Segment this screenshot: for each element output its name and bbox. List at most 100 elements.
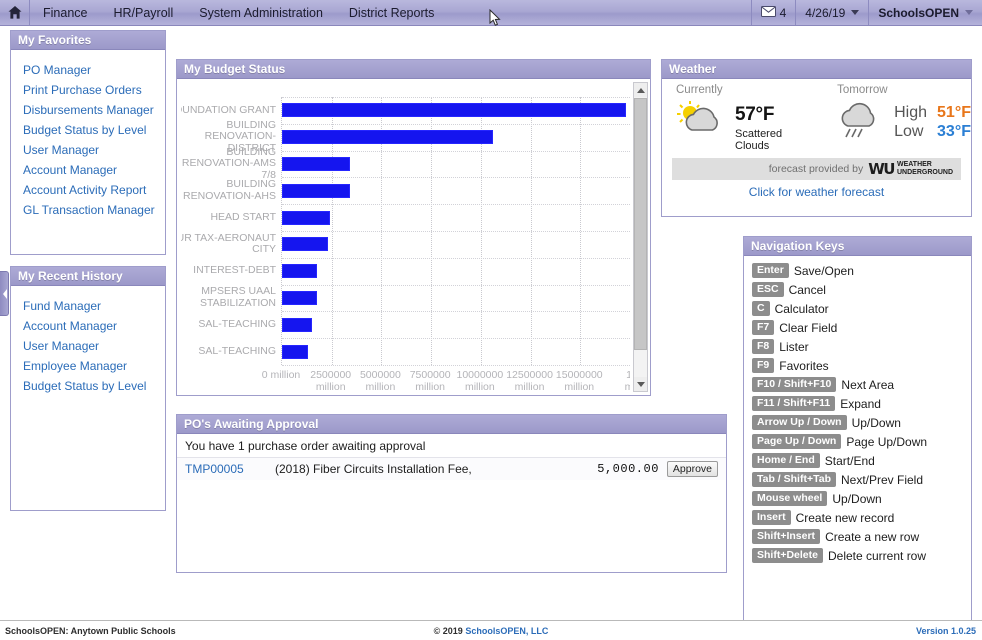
chart-category-label: SAL-TEACHING (198, 318, 276, 331)
chart-category-label: FOUNDATION GRANT (181, 103, 276, 116)
weather-low-value: 33°F (937, 123, 971, 140)
footer-bar: SchoolsOPEN: Anytown Public Schools © 20… (0, 620, 982, 640)
po-amount: 5,000.00 (597, 462, 659, 476)
history-link-budget-status-by-level[interactable]: Budget Status by Level (23, 379, 146, 393)
navigation-key-row: F8 Lister (744, 337, 971, 356)
chart-bar (282, 130, 493, 145)
po-id-link[interactable]: TMP00005 (185, 462, 271, 476)
chart-scrollbar[interactable] (633, 82, 648, 392)
sidebar-collapse-handle[interactable] (0, 271, 9, 316)
chart-bar-row: MPSERS UAAL STABILIZATION (200, 285, 630, 312)
favorite-link-po-manager[interactable]: PO Manager (23, 63, 91, 77)
key-badge: F11 / Shift+F11 (752, 396, 836, 411)
chart-bar (282, 237, 328, 252)
chart-x-tick-label: 1 m (624, 369, 630, 391)
weather-underground-logo-icon: WU WEATHER UNDERGROUND (868, 160, 953, 178)
chart-bar (282, 264, 317, 279)
key-badge: Enter (752, 263, 789, 278)
chart-bar-row: SAL-TEACHING (198, 311, 630, 338)
sun-behind-cloud-icon (676, 100, 728, 141)
home-icon (8, 6, 22, 19)
key-badge: Tab / Shift+Tab (752, 472, 836, 487)
history-link-fund-manager[interactable]: Fund Manager (23, 299, 101, 313)
footer-left-text: SchoolsOPEN: Anytown Public Schools (5, 625, 176, 636)
date-selector[interactable]: 4/26/19 (795, 0, 868, 25)
scroll-up-icon[interactable] (634, 83, 647, 97)
key-badge: Page Up / Down (752, 434, 842, 449)
favorite-link-budget-status-by-level[interactable]: Budget Status by Level (23, 123, 146, 137)
po-description: (2018) Fiber Circuits Installation Fee, (275, 462, 472, 476)
favorite-link-disbursements-manager[interactable]: Disbursements Manager (23, 103, 154, 117)
scrollbar-thumb[interactable] (634, 98, 647, 350)
chevron-down-icon (965, 10, 973, 15)
footer-copyright: © 2019 SchoolsOPEN, LLC (434, 626, 549, 636)
list-item: User Manager (11, 140, 165, 160)
navigation-key-row: F11 / Shift+F11 Expand (744, 394, 971, 413)
chart-bar (282, 103, 627, 118)
favorite-link-print-purchase-orders[interactable]: Print Purchase Orders (23, 83, 142, 97)
chart-bar (282, 290, 317, 305)
chart-category-label: BUILDING RENOVATION-AMS 7/8 (181, 145, 276, 181)
chart-category-label: MPSERS UAAL STABILIZATION (199, 285, 276, 309)
approve-button[interactable]: Approve (666, 461, 718, 477)
navigation-key-row: ESC Cancel (744, 280, 971, 299)
key-badge: Insert (752, 510, 791, 525)
key-badge: Shift+Delete (752, 548, 823, 563)
key-badge: Home / End (752, 453, 820, 468)
key-badge: F10 / Shift+F10 (752, 377, 837, 392)
menu-item-finance[interactable]: Finance (30, 0, 100, 25)
chart-bar-row: BUILDING RENOVATION-DISTRICT (205, 119, 630, 154)
panel-title: Weather (662, 60, 971, 79)
favorite-link-account-manager[interactable]: Account Manager (23, 163, 117, 177)
favorite-link-user-manager[interactable]: User Manager (23, 143, 99, 157)
weather-panel: Weather Currently 57°F Scattered Clouds … (661, 59, 972, 217)
footer-copyright-prefix: © 2019 (433, 625, 466, 636)
table-row: TMP00005 (2018) Fiber Circuits Installati… (177, 458, 726, 480)
topbar-right-cluster: 4 4/26/19 SchoolsOPEN (750, 0, 982, 25)
weather-forecast-link[interactable]: Click for weather forecast (662, 185, 971, 199)
user-menu[interactable]: SchoolsOPEN (868, 0, 982, 25)
key-badge: F7 (752, 320, 775, 335)
key-description: Lister (779, 339, 809, 354)
key-description: Page Up/Down (846, 434, 928, 449)
weather-high-value: 51°F (937, 104, 971, 121)
key-description: Up/Down (832, 491, 882, 506)
key-badge: C (752, 301, 770, 316)
footer-brand-link[interactable]: SchoolsOPEN, LLC (465, 626, 548, 636)
navigation-key-row: Shift+Delete Delete current row (744, 546, 971, 565)
menu-item-district-reports[interactable]: District Reports (336, 0, 447, 25)
chart-bar-row: SAL-TEACHING (198, 338, 630, 365)
chart-x-axis: 0 million 2500000 million 5000000 million 7… (262, 369, 630, 391)
home-button[interactable] (0, 0, 30, 25)
rain-cloud-icon (837, 100, 887, 143)
wu-line1: WEATHER (897, 161, 932, 168)
user-name: SchoolsOPEN (878, 5, 959, 20)
navigation-key-row: Mouse wheel Up/Down (744, 489, 971, 508)
favorites-panel: My Favorites PO Manager Print Purchase Or… (10, 30, 166, 255)
list-item: Budget Status by Level (11, 120, 165, 140)
panel-title: PO's Awaiting Approval (177, 415, 726, 434)
navigation-keys-list: Enter Save/Open ESC Cancel C Calculator F7 Clea… (744, 261, 971, 565)
chart-category-label: HEAD START (210, 210, 276, 223)
weather-current-condition: Scattered Clouds (735, 128, 783, 152)
list-item: Account Activity Report (11, 180, 165, 200)
history-link-account-manager[interactable]: Account Manager (23, 319, 117, 333)
scroll-down-icon[interactable] (634, 377, 647, 391)
po-approval-panel: PO's Awaiting Approval You have 1 purcha… (176, 414, 727, 573)
chart-bar (282, 156, 350, 171)
key-description: Delete current row (827, 548, 927, 563)
recent-history-list: Fund Manager Account Manager User Manager E… (11, 292, 165, 396)
po-rows: TMP00005 (2018) Fiber Circuits Installati… (177, 458, 726, 480)
menu-item-hr-payroll[interactable]: HR/Payroll (100, 0, 186, 25)
key-badge: F9 (752, 358, 775, 373)
mail-count: 4 (779, 5, 787, 20)
navigation-key-row: Insert Create new record (744, 508, 971, 527)
menu-item-system-administration[interactable]: System Administration (186, 0, 336, 25)
favorite-link-gl-transaction-manager[interactable]: GL Transaction Manager (23, 203, 155, 217)
favorite-link-account-activity-report[interactable]: Account Activity Report (23, 183, 146, 197)
mail-indicator[interactable]: 4 (750, 0, 796, 25)
chart-bar-row: INTEREST-DEBT (193, 258, 630, 285)
history-link-user-manager[interactable]: User Manager (23, 339, 99, 353)
history-link-employee-manager[interactable]: Employee Manager (23, 359, 127, 373)
list-item: Print Purchase Orders (11, 80, 165, 100)
